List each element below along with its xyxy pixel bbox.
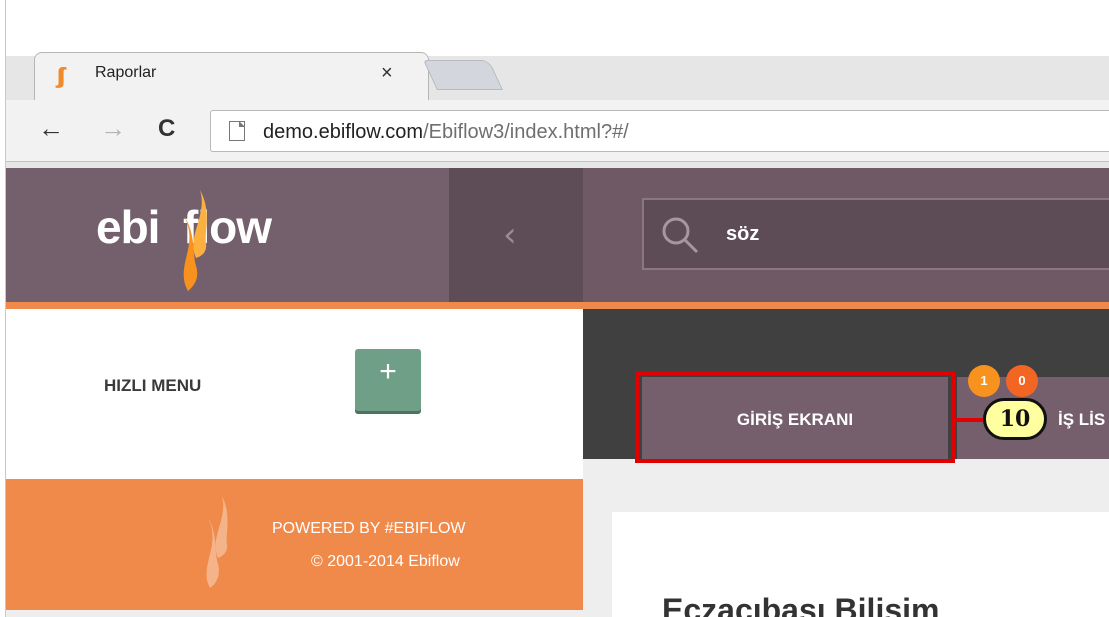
- header-accent-bar: [6, 302, 1109, 309]
- card-title: Eczacıbaşı Bilişim: [662, 592, 940, 617]
- url-host: demo.ebiflow.com: [263, 121, 424, 143]
- tab-close-icon[interactable]: ×: [381, 62, 393, 85]
- forward-arrow-icon[interactable]: →: [100, 113, 126, 144]
- sidebar-footer: [6, 610, 583, 617]
- tab-work-label: İŞ LİS: [1058, 410, 1106, 429]
- search-icon[interactable]: [660, 215, 700, 255]
- quick-menu-label: HIZLI MENU: [104, 376, 202, 395]
- powered-by-panel: [6, 479, 583, 610]
- reload-icon[interactable]: C: [158, 115, 175, 143]
- powered-by-text: POWERED BY #EBIFLOW: [272, 520, 466, 537]
- new-tab-button[interactable]: [423, 60, 503, 90]
- logo-flame-icon: [183, 190, 207, 291]
- copyright-text: © 2001-2014 Ebiflow: [311, 553, 460, 570]
- page-icon: [229, 121, 245, 141]
- back-arrow-icon[interactable]: ←: [38, 113, 64, 144]
- search-input[interactable]: [642, 198, 1109, 270]
- chevron-left-icon[interactable]: ‹: [503, 215, 517, 255]
- tab-title: Raporlar: [95, 64, 157, 81]
- quick-menu-add-button[interactable]: +: [355, 349, 421, 411]
- highlight-box: [635, 371, 955, 463]
- step-callout: 10: [983, 398, 1047, 440]
- notification-badge: 0: [1006, 365, 1038, 397]
- flame-watermark-icon: [206, 496, 228, 588]
- ebiflow-flame-icon: ∫∫: [57, 63, 65, 88]
- browser-tab[interactable]: ∫∫ Raporlar ×: [34, 52, 429, 100]
- notification-badge: 1: [968, 365, 1000, 397]
- frame-top: [0, 0, 1109, 10]
- url-path: /Ebiflow3/index.html?#/: [423, 121, 629, 143]
- address-bar[interactable]: demo.ebiflow.com/Ebiflow3/index.html?#/: [210, 110, 1109, 152]
- tab-strip: [6, 10, 1109, 56]
- plus-icon: +: [379, 355, 397, 388]
- url-text[interactable]: demo.ebiflow.com/Ebiflow3/index.html?#/: [263, 121, 629, 144]
- search-value: söz: [726, 223, 760, 245]
